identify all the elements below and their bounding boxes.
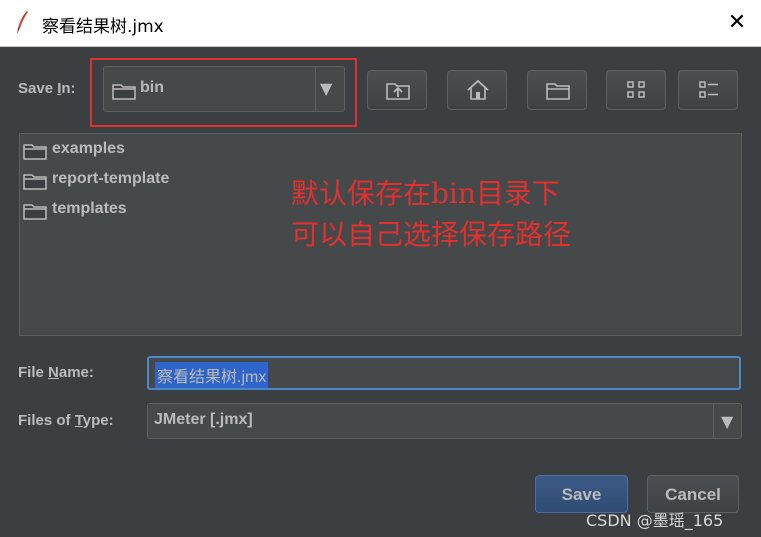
details-view-button[interactable] bbox=[678, 70, 738, 110]
folder-icon bbox=[23, 204, 47, 220]
file-name-value: 察看结果树.jmx bbox=[155, 362, 269, 388]
list-view-button[interactable] bbox=[606, 70, 666, 110]
list-item-label: templates bbox=[52, 200, 127, 217]
file-type-combobox[interactable]: JMeter [.jmx] ▼ bbox=[147, 403, 742, 439]
home-icon bbox=[467, 79, 489, 100]
annotation-line-2: 可以自己选择保存路径 bbox=[291, 218, 572, 251]
file-type-label: Files of Type: bbox=[18, 412, 114, 429]
details-view-icon bbox=[699, 81, 718, 98]
annotation-line-1: 默认保存在bin目录下 bbox=[291, 177, 560, 210]
file-name-input[interactable]: 察看结果树.jmx bbox=[147, 356, 741, 390]
new-folder-button[interactable] bbox=[527, 70, 587, 110]
title-bar: 察看结果树.jmx ✕ bbox=[0, 0, 761, 47]
folder-icon bbox=[23, 174, 47, 190]
list-item-label: report-template bbox=[52, 170, 170, 187]
feather-pen-icon bbox=[17, 11, 28, 34]
list-item-label: examples bbox=[52, 140, 125, 157]
window-title: 察看结果树.jmx bbox=[42, 17, 164, 37]
combobox-divider bbox=[713, 404, 714, 438]
file-type-value: JMeter [.jmx] bbox=[154, 411, 253, 428]
up-one-level-button[interactable] bbox=[367, 70, 427, 110]
save-in-label: Save In: bbox=[18, 80, 76, 97]
close-button[interactable]: ✕ bbox=[722, 8, 752, 38]
list-view-icon bbox=[627, 81, 645, 98]
folder-up-icon bbox=[386, 83, 410, 100]
new-folder-icon bbox=[546, 83, 570, 100]
chevron-down-icon[interactable]: ▼ bbox=[721, 412, 733, 431]
file-name-label: File Name: bbox=[18, 364, 94, 381]
home-button[interactable] bbox=[447, 70, 507, 110]
folder-icon bbox=[23, 144, 47, 160]
annotation-highlight-box bbox=[90, 58, 357, 127]
watermark: CSDN @墨瑶_165 bbox=[586, 511, 724, 530]
